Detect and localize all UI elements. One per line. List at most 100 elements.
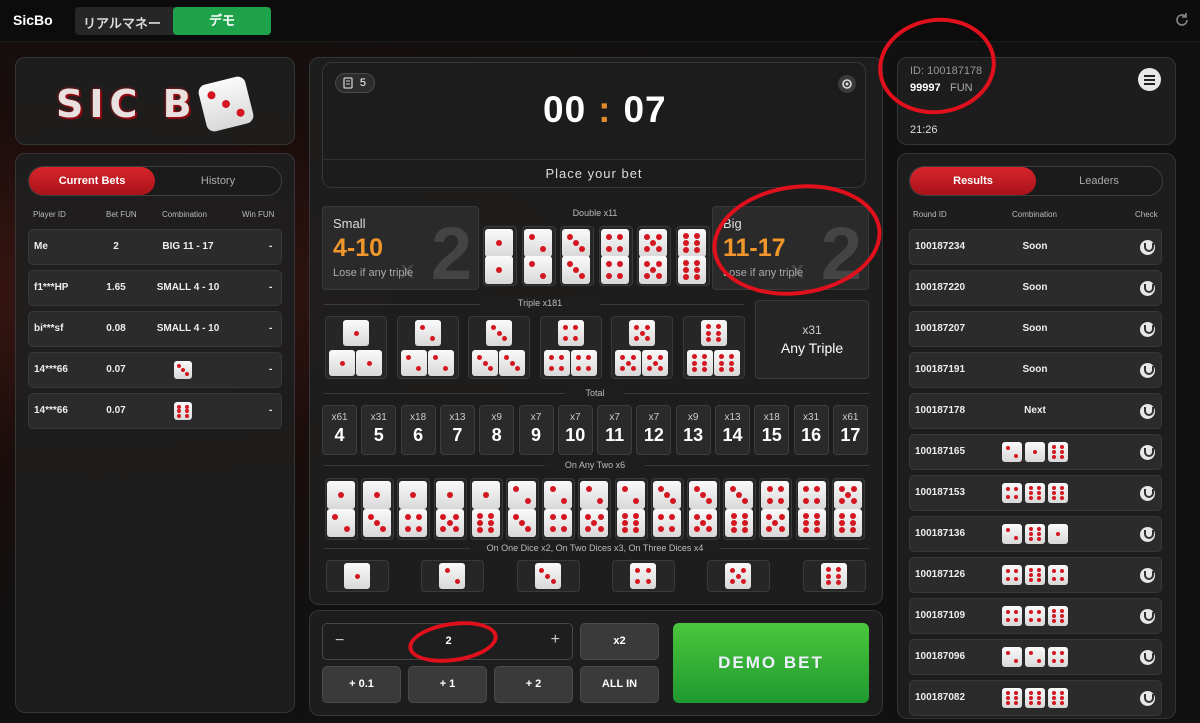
tab-history[interactable]: History (155, 167, 281, 195)
bet-total[interactable]: x7 10 (557, 405, 593, 455)
bet-total[interactable]: x13 7 (439, 405, 475, 455)
bet-win: - (269, 241, 273, 252)
total-multiplier: x61 (842, 412, 859, 423)
check-shield-icon[interactable] (1140, 527, 1155, 542)
bet-total[interactable]: x18 6 (400, 405, 436, 455)
dice-icon (486, 320, 512, 346)
bet-total[interactable]: x7 9 (518, 405, 554, 455)
bet-amount: 2 (113, 241, 119, 252)
result-round-id: 100187153 (915, 487, 966, 498)
bet-total[interactable]: x31 16 (793, 405, 829, 455)
add-1-button[interactable]: + 1 (408, 666, 487, 703)
check-shield-icon[interactable] (1140, 609, 1155, 624)
bet-any-triple[interactable]: x31 Any Triple (755, 300, 869, 379)
check-shield-icon[interactable] (1140, 404, 1155, 419)
bet-row: 14***66 0.07 - (28, 352, 282, 388)
bet-total[interactable]: x7 12 (636, 405, 672, 455)
dice-icon (686, 350, 713, 376)
bet-total[interactable]: x18 15 (754, 405, 790, 455)
check-shield-icon[interactable] (1140, 486, 1155, 501)
add-0-1-button[interactable]: + 0.1 (322, 666, 401, 703)
bet-dice-icon (174, 402, 192, 420)
dice-icon (797, 481, 826, 509)
mode-switch[interactable]: リアルマネー デモ (75, 7, 271, 35)
all-in-button[interactable]: ALL IN (580, 666, 659, 703)
tab-current-bets[interactable]: Current Bets (29, 167, 155, 195)
refresh-icon[interactable] (1174, 12, 1190, 28)
col-round-id: Round ID (913, 210, 947, 219)
bet-small[interactable]: 2 x Small 4-10 Lose if any triple (322, 206, 479, 295)
bet-total[interactable]: x13 14 (715, 405, 750, 455)
countdown: 00:07 (543, 89, 667, 131)
col-combination: Combination (162, 210, 207, 219)
result-dice-icon (1025, 647, 1045, 667)
bets-tabs: Current Bets History (28, 166, 282, 196)
check-shield-icon[interactable] (1140, 281, 1155, 296)
bet-total[interactable]: x7 11 (597, 405, 633, 455)
check-shield-icon[interactable] (1140, 568, 1155, 583)
total-value: 7 (452, 425, 463, 445)
dice-icon (833, 509, 862, 537)
dice-icon (427, 350, 454, 376)
demo-bet-button[interactable]: DEMO BET (673, 623, 869, 703)
total-value: 4 (334, 425, 345, 445)
calendar-icon (343, 77, 353, 89)
total-multiplier: x13 (449, 412, 466, 423)
bet-row: bi***sf 0.08 SMALL 4 - 10 - (28, 311, 282, 347)
dice-icon (327, 481, 355, 509)
result-dice-icon (1048, 565, 1068, 585)
total-value: 6 (413, 425, 424, 445)
real-money-tab[interactable]: リアルマネー (83, 13, 161, 32)
dice-icon (833, 481, 862, 509)
col-player-id: Player ID (33, 210, 66, 219)
check-shield-icon[interactable] (1140, 691, 1155, 706)
bet-amount: 0.08 (106, 323, 126, 334)
check-shield-icon[interactable] (1140, 650, 1155, 665)
add-2-button[interactable]: + 2 (494, 666, 573, 703)
result-dice-icon (1025, 483, 1045, 503)
bet-total[interactable]: x61 17 (832, 405, 868, 455)
bet-win: - (269, 323, 273, 334)
total-value: 8 (491, 425, 502, 445)
settings-icon[interactable] (838, 75, 856, 93)
dice-icon (439, 563, 466, 589)
dice-icon (713, 350, 740, 376)
double-bet-button[interactable]: x2 (580, 623, 659, 660)
result-dice-icon (1002, 524, 1022, 544)
tab-results[interactable]: Results (910, 167, 1036, 195)
tab-leaders[interactable]: Leaders (1036, 167, 1162, 195)
total-value: 9 (530, 425, 541, 445)
bet-total[interactable]: x31 5 (361, 405, 397, 455)
bet-player: 14***66 (34, 405, 68, 416)
check-shield-icon[interactable] (1140, 322, 1155, 337)
dice-icon (523, 256, 552, 284)
dice-icon (725, 563, 752, 589)
result-dice-icon (1002, 442, 1022, 462)
dice-icon (562, 256, 590, 284)
bet-player: bi***sf (34, 323, 64, 334)
timer-colon: : (598, 89, 612, 130)
col-check: Check (1135, 210, 1158, 219)
check-shield-icon[interactable] (1140, 445, 1155, 460)
result-dice-icon (1025, 606, 1045, 626)
top-bar: SicBo リアルマネー デモ (0, 0, 1200, 42)
timer-minutes: 00 (543, 89, 587, 130)
bet-total[interactable]: x9 8 (479, 405, 515, 455)
increment-button[interactable]: + (551, 631, 560, 649)
check-shield-icon[interactable] (1140, 363, 1155, 378)
small-multiplier: 2 (430, 212, 472, 295)
bet-total[interactable]: x9 13 (675, 405, 711, 455)
bet-total[interactable]: x61 4 (322, 405, 357, 455)
small-label: Small (333, 216, 366, 231)
demo-tab[interactable]: デモ (173, 7, 271, 35)
result-dice-icon (1002, 606, 1022, 626)
any-triple-label: Any Triple (780, 340, 844, 356)
menu-icon[interactable] (1138, 68, 1161, 91)
dice-icon (557, 320, 584, 346)
result-row: 100187207 Soon (909, 311, 1162, 347)
total-multiplier: x18 (763, 412, 780, 423)
round-badge: 5 (335, 73, 375, 93)
check-shield-icon[interactable] (1140, 240, 1155, 255)
dice-icon (616, 509, 645, 537)
result-dice-icon (1025, 688, 1045, 708)
